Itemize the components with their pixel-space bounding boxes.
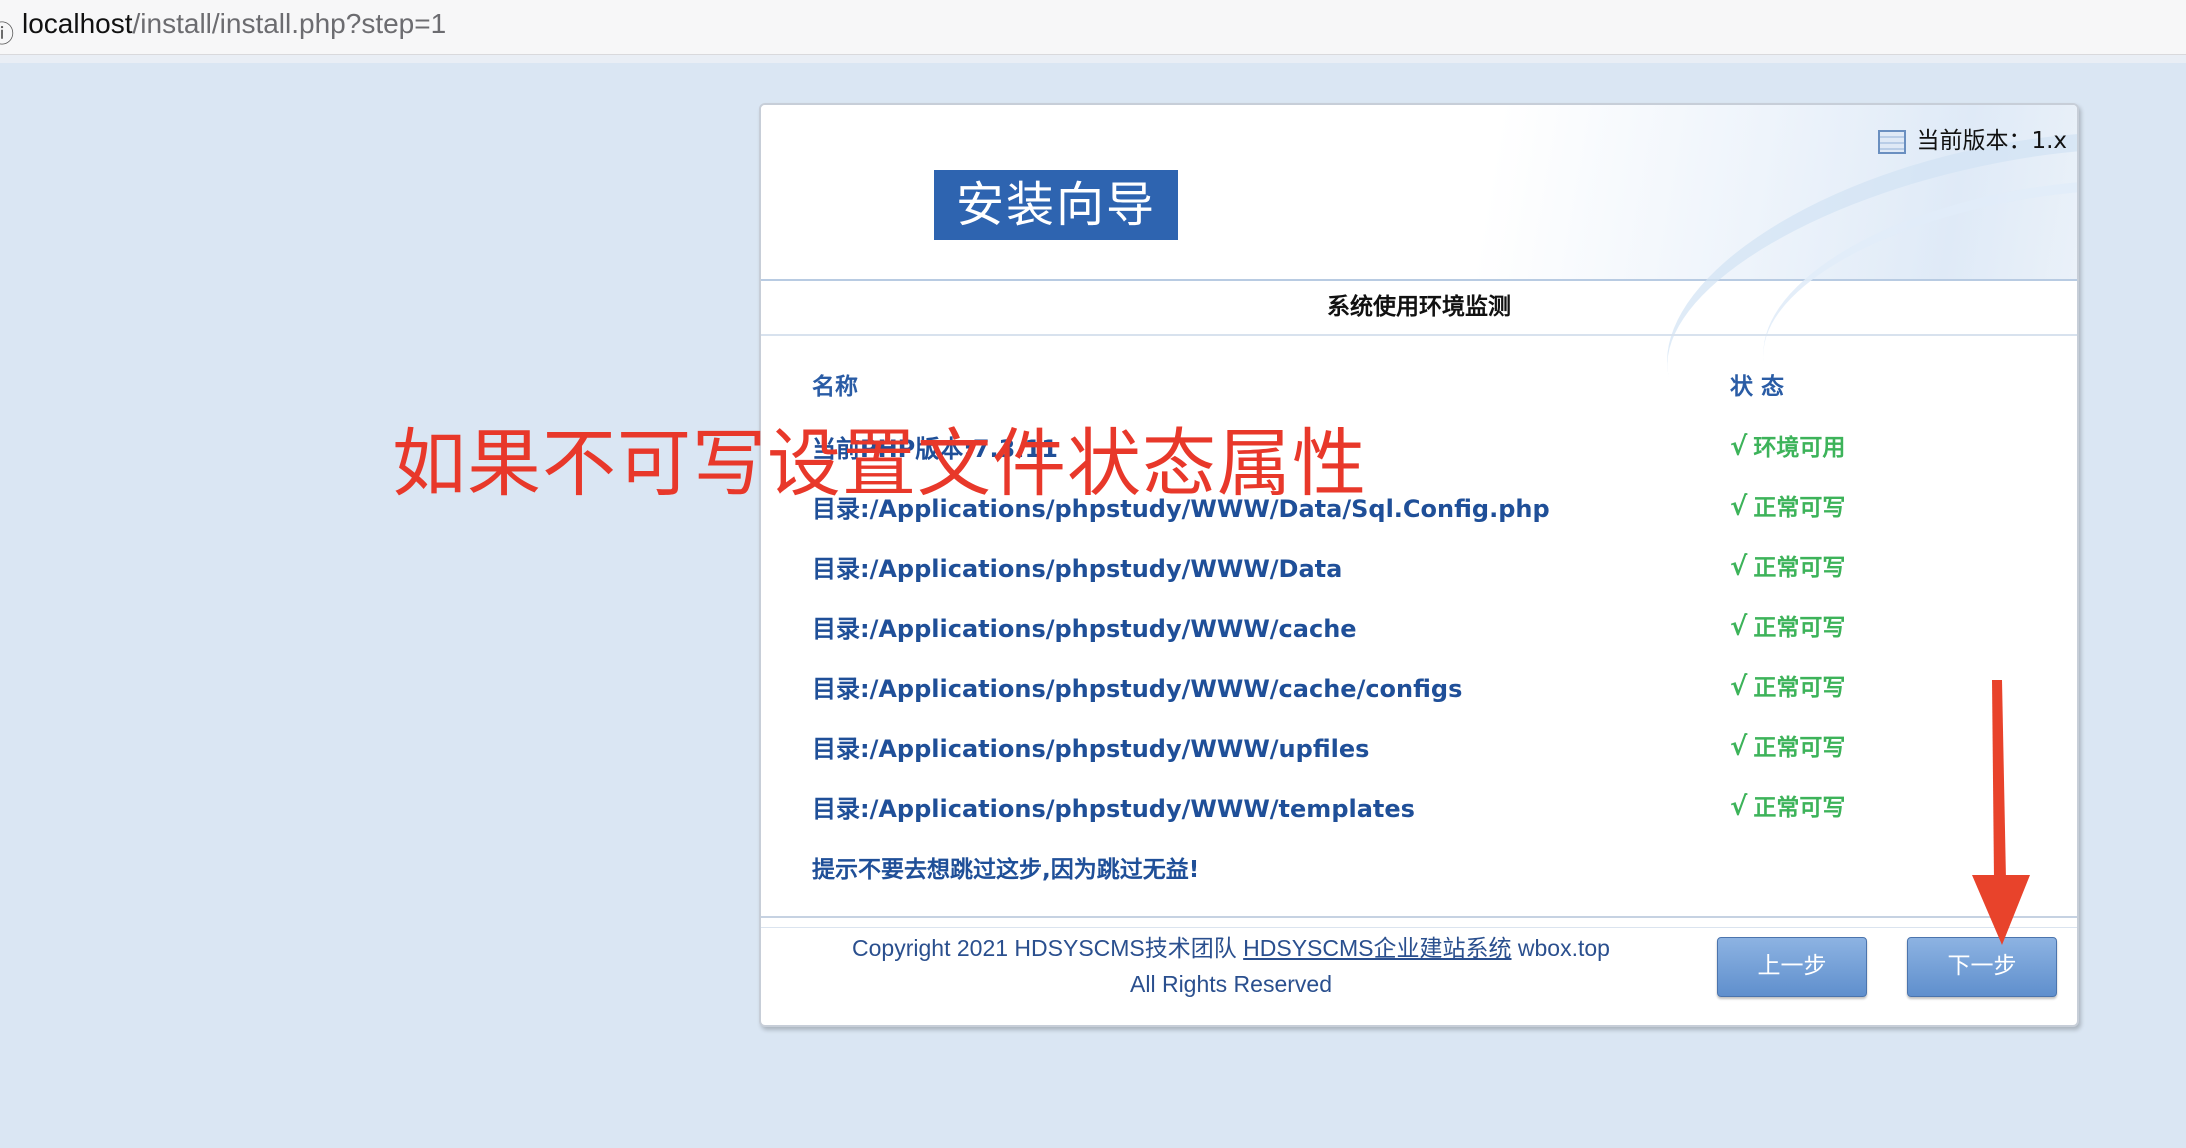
status-text: 正常可写 bbox=[1753, 795, 1846, 821]
status-text: 正常可写 bbox=[1753, 675, 1846, 701]
status-text: 正常可写 bbox=[1753, 495, 1846, 521]
env-row-status: √ 正常可写 bbox=[1730, 608, 1845, 642]
browser-address-bar[interactable]: ⓘ localhost/install/install.php?step=1 bbox=[0, 0, 2186, 55]
check-icon: √ bbox=[1730, 612, 1748, 642]
column-header-name: 名称 bbox=[812, 374, 858, 400]
rights-text: All Rights Reserved bbox=[1130, 971, 1332, 997]
copyright: Copyright 2021 HDSYSCMS技术团队 HDSYSCMS企业建站… bbox=[761, 930, 1701, 1002]
env-row-name: 目录:/Applications/phpstudy/WWW/cache/conf… bbox=[812, 675, 1463, 703]
version-info: 当前版本：1.x bbox=[1878, 121, 2067, 155]
version-label: 当前版本：1.x bbox=[1916, 128, 2067, 154]
env-row-status: √ 正常可写 bbox=[1730, 488, 1845, 522]
env-row-name: 目录:/Applications/phpstudy/WWW/cache bbox=[812, 615, 1357, 643]
url-path: /install/install.php?step=1 bbox=[132, 8, 447, 39]
cms-link[interactable]: HDSYSCMS企业建站系统 bbox=[1243, 935, 1511, 961]
copyright-prefix: Copyright 2021 HDSYSCMS技术团队 bbox=[852, 935, 1244, 961]
check-icon: √ bbox=[1730, 432, 1748, 462]
check-icon: √ bbox=[1730, 552, 1748, 582]
env-row-name: 目录:/Applications/phpstudy/WWW/upfiles bbox=[812, 735, 1370, 763]
install-wizard-logo: 安装向导 bbox=[934, 170, 1178, 240]
check-icon: √ bbox=[1730, 792, 1748, 822]
footer-divider bbox=[761, 927, 2077, 928]
section-title: 系统使用环境监测 bbox=[761, 281, 2077, 336]
url-host: localhost bbox=[22, 8, 133, 39]
env-row-status: √ 正常可写 bbox=[1730, 548, 1845, 582]
env-row-name: 目录:/Applications/phpstudy/WWW/templates bbox=[812, 795, 1415, 823]
env-row-status: √ 正常可写 bbox=[1730, 668, 1845, 702]
prev-step-button[interactable]: 上一步 bbox=[1717, 937, 1867, 997]
env-row-status: √ 正常可写 bbox=[1730, 788, 1845, 822]
version-icon bbox=[1878, 129, 1907, 154]
annotation-arrow-icon bbox=[1972, 680, 2030, 945]
status-text: 环境可用 bbox=[1753, 435, 1846, 461]
install-header: 安装向导 当前版本：1.x bbox=[761, 105, 2077, 533]
status-text: 正常可写 bbox=[1753, 615, 1846, 641]
status-text: 正常可写 bbox=[1753, 555, 1846, 581]
tip-text: 提示不要去想跳过这步,因为跳过无益! bbox=[812, 857, 1200, 883]
site-info-icon[interactable]: ⓘ bbox=[0, 14, 14, 49]
check-icon: √ bbox=[1730, 672, 1748, 702]
check-icon: √ bbox=[1730, 732, 1748, 762]
env-row-status: √ 环境可用 bbox=[1730, 428, 1845, 462]
copyright-suffix: wbox.top bbox=[1511, 935, 1610, 961]
env-row-name: 目录:/Applications/phpstudy/WWW/Data bbox=[812, 555, 1343, 583]
env-row-status: √ 正常可写 bbox=[1730, 728, 1845, 762]
column-header-status: 状 态 bbox=[1730, 374, 1785, 400]
status-text: 正常可写 bbox=[1753, 735, 1846, 761]
toolbar-strip bbox=[0, 55, 2186, 63]
check-icon: √ bbox=[1730, 492, 1748, 522]
install-panel: 安装向导 当前版本：1.x 系统使用环境监测 名称 状 态 当前PHP版本:7.… bbox=[759, 103, 2079, 1027]
footer-divider bbox=[761, 916, 2077, 918]
annotation-text: 如果不可写设置文件状态属性 bbox=[392, 421, 1367, 507]
url-text[interactable]: localhost/install/install.php?step=1 bbox=[22, 8, 446, 40]
